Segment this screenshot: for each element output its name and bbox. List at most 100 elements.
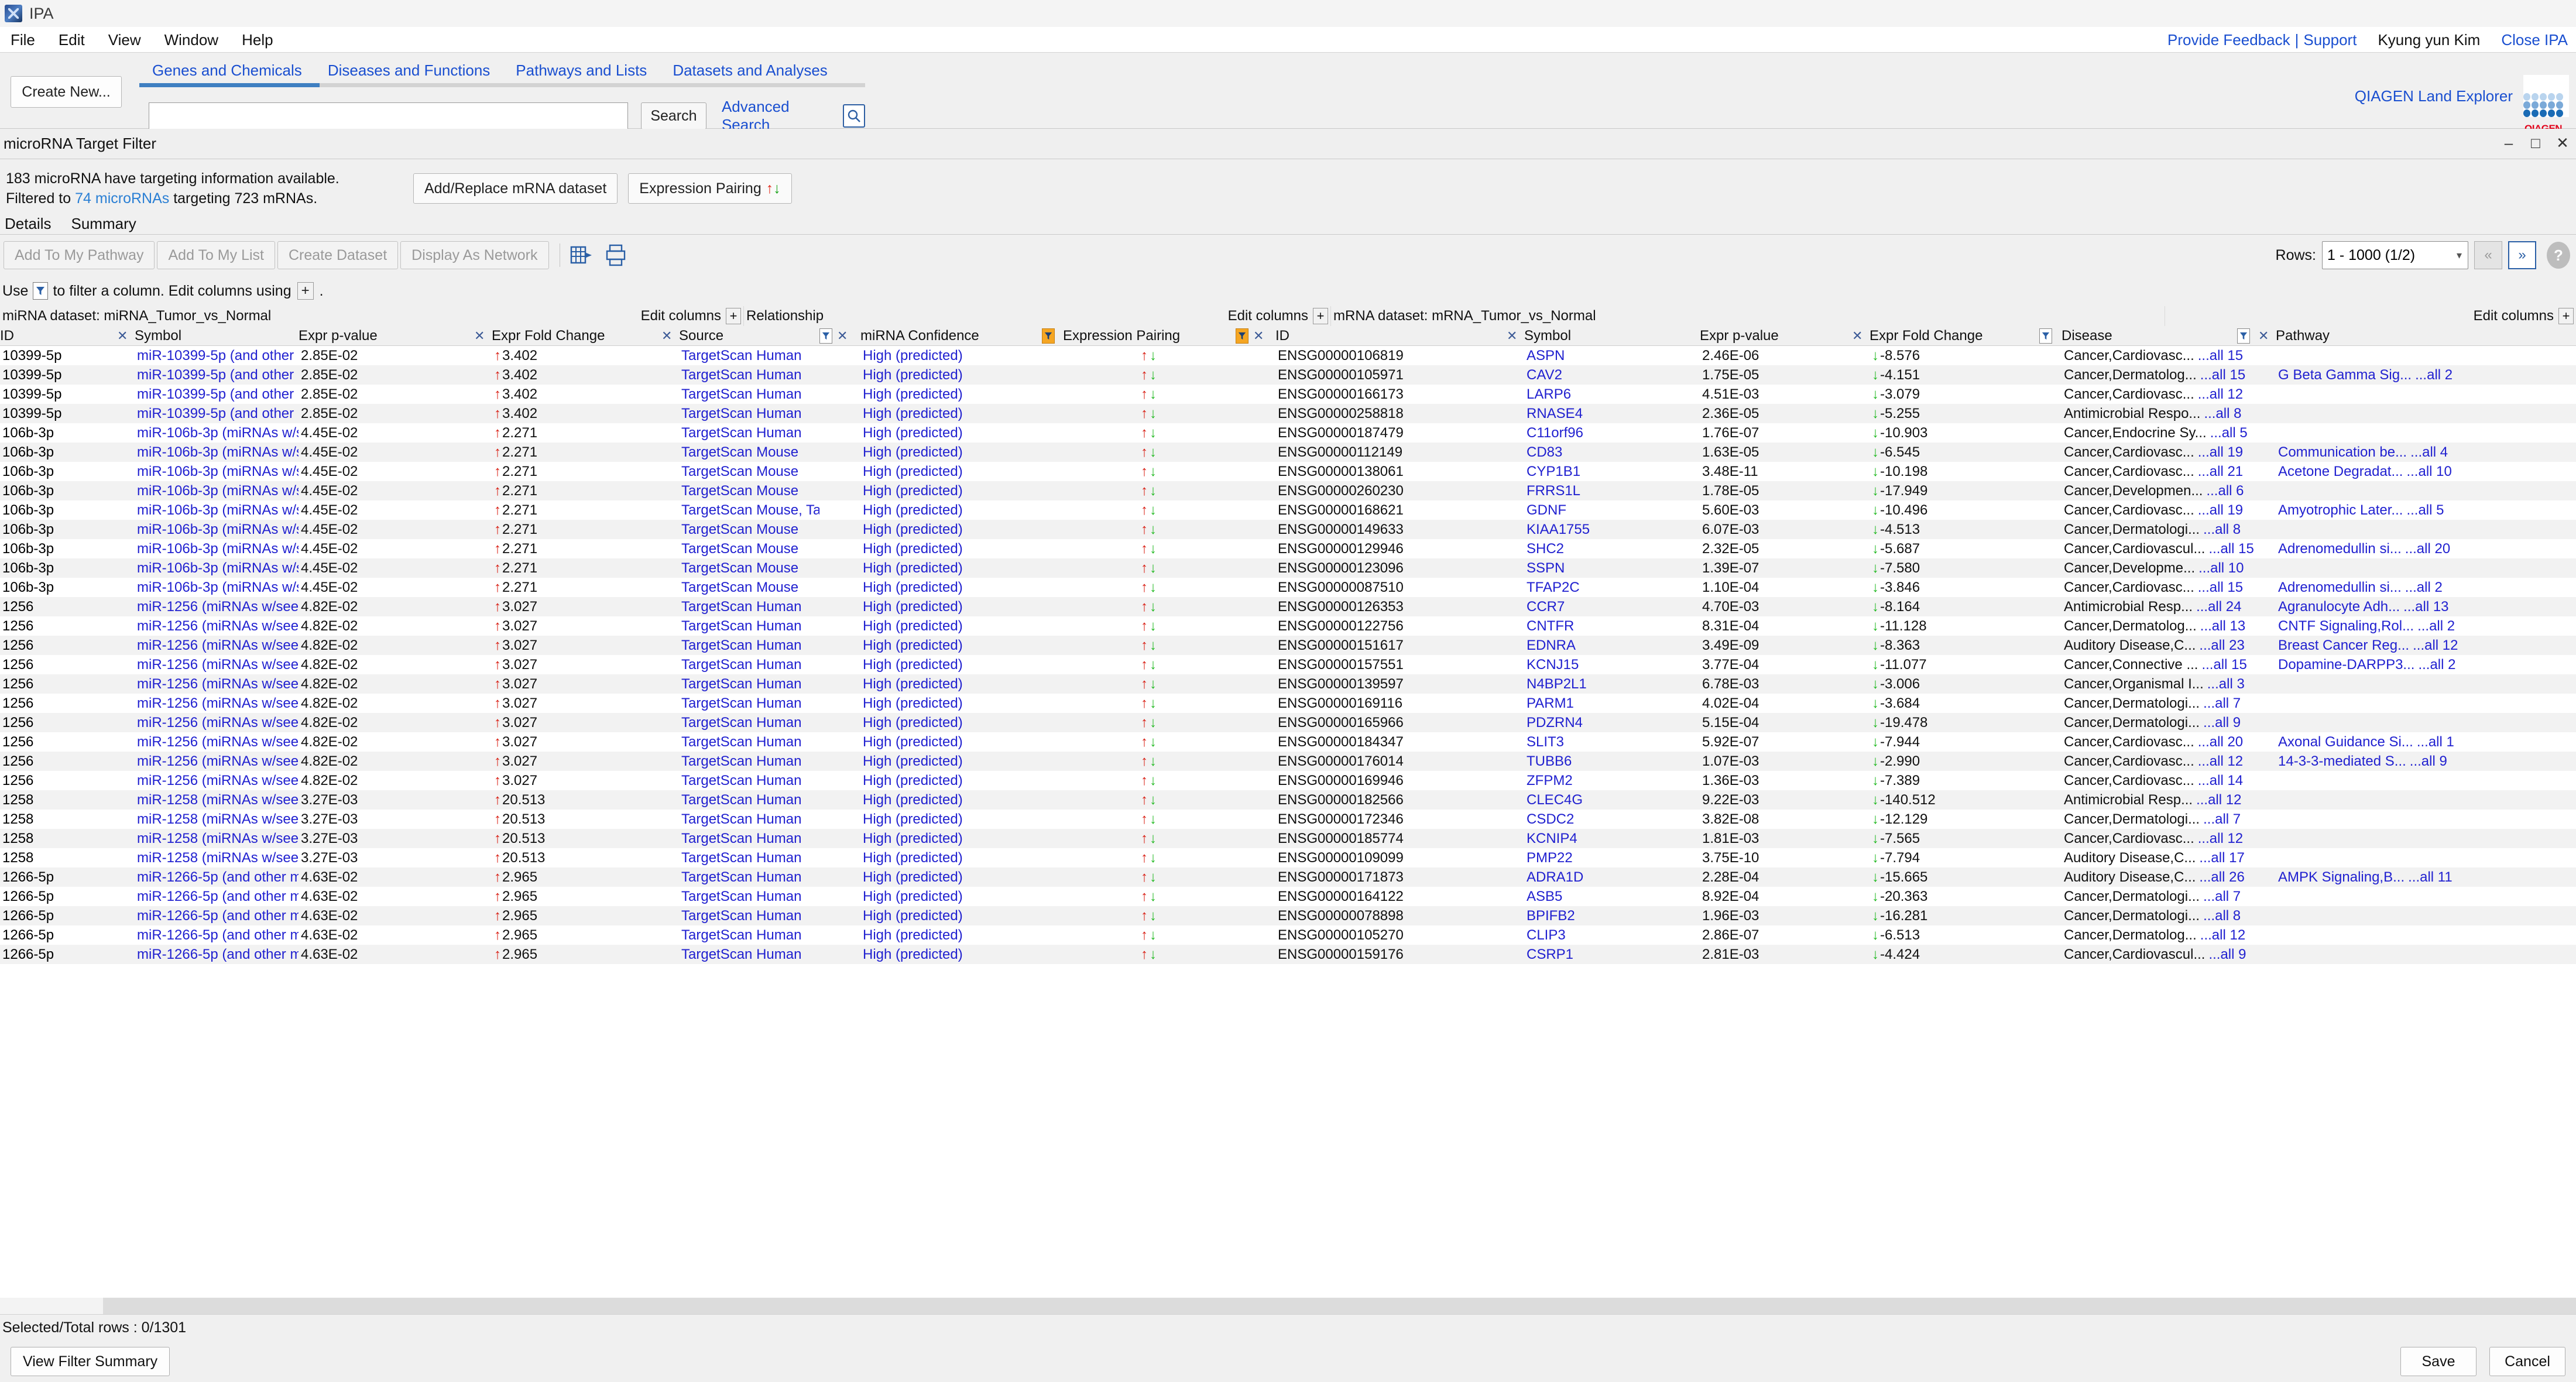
close-ipa-link[interactable]: Close IPA — [2501, 31, 2568, 49]
funnel-icon-disease[interactable] — [2039, 328, 2052, 344]
display-as-network-button[interactable]: Display As Network — [400, 241, 549, 269]
menu-view[interactable]: View — [97, 27, 153, 53]
funnel-icon-confidence[interactable] — [819, 328, 832, 344]
col-mrna-id[interactable]: ID — [1275, 326, 1507, 346]
table-row[interactable]: 106b-3p miR-106b-3p (miRNAs w/se 4.45E-02 ↑… — [0, 462, 2576, 481]
table-row[interactable]: 10399-5p miR-10399-5p (and other m 2.85E-0… — [0, 346, 2576, 365]
next-page-button[interactable]: » — [2508, 241, 2536, 269]
col-mrna-pvalue[interactable]: Expr p-value — [1700, 326, 1852, 346]
col-mrna-fc-close[interactable]: ✕ — [1852, 326, 1870, 346]
add-replace-mrna-dataset-button[interactable]: Add/Replace mRNA dataset — [413, 173, 618, 204]
table-row[interactable]: 1256 miR-1256 (miRNAs w/seed (4.82E-02 ↑ 3.… — [0, 674, 2576, 694]
table-row[interactable]: 1266-5p miR-1266-5p (and other mi 4.63E-02… — [0, 887, 2576, 906]
col-confidence-filter[interactable]: ✕ — [819, 326, 860, 346]
table-row[interactable]: 1266-5p miR-1266-5p (and other mi 4.63E-02… — [0, 925, 2576, 945]
tab-pathways-and-lists[interactable]: Pathways and Lists — [503, 61, 660, 83]
col-expression-pairing[interactable]: Expression Pairing — [1063, 326, 1236, 346]
help-icon[interactable]: ? — [2547, 242, 2570, 269]
col-mirna-confidence[interactable]: miRNA Confidence — [860, 326, 1042, 346]
col-mirna-symbol[interactable]: Symbol — [135, 326, 299, 346]
cancel-button[interactable]: Cancel — [2489, 1347, 2565, 1376]
table-row[interactable]: 106b-3p miR-106b-3p (miRNAs w/se 4.45E-02 ↑… — [0, 423, 2576, 443]
col-mirna-fc-close[interactable]: ✕ — [474, 326, 492, 346]
table-row[interactable]: 1258 miR-1258 (miRNAs w/seed /3.27E-03 ↑ 20… — [0, 829, 2576, 848]
col-mrna-fold-change[interactable]: Expr Fold Change — [1870, 326, 2039, 346]
table-row[interactable]: 106b-3p miR-106b-3p (miRNAs w/se 4.45E-02 ↑… — [0, 481, 2576, 500]
table-row[interactable]: 106b-3p miR-106b-3p (miRNAs w/se 4.45E-02 ↑… — [0, 558, 2576, 578]
col-disease-close[interactable] — [2237, 326, 2258, 346]
table-row[interactable]: 1266-5p miR-1266-5p (and other mi 4.63E-02… — [0, 867, 2576, 887]
col-mirna-pvalue[interactable]: Expr p-value — [299, 326, 474, 346]
minimize-icon[interactable]: – — [2501, 135, 2516, 152]
qiagen-land-explorer-link[interactable]: QIAGEN Land Explorer — [2355, 87, 2513, 105]
col-source-close[interactable]: ✕ — [661, 326, 679, 346]
subtab-summary[interactable]: Summary — [71, 215, 146, 234]
col-mrna-symbol[interactable]: Symbol — [1524, 326, 1700, 346]
filtered-microrna-link[interactable]: 74 microRNAs — [75, 190, 169, 207]
funnel-icon-expression-pairing[interactable] — [1042, 328, 1055, 344]
print-icon[interactable] — [606, 244, 629, 267]
edit-columns-mirna[interactable]: Edit columns + — [641, 308, 741, 324]
expression-pairing-button[interactable]: Expression Pairing ↑↓ — [628, 173, 792, 204]
table-row[interactable]: 1258 miR-1258 (miRNAs w/seed /3.27E-03 ↑ 20… — [0, 848, 2576, 867]
table-row[interactable]: 10399-5p miR-10399-5p (and other m 2.85E-0… — [0, 404, 2576, 423]
search-button[interactable]: Search — [640, 102, 706, 129]
table-row[interactable]: 1256 miR-1256 (miRNAs w/seed (4.82E-02 ↑ 3.… — [0, 713, 2576, 732]
add-column-icon-annotation[interactable]: + — [2558, 308, 2574, 324]
footer-active-tab[interactable] — [0, 1298, 103, 1314]
table-row[interactable]: 1256 miR-1256 (miRNAs w/seed (4.82E-02 ↑ 3.… — [0, 616, 2576, 636]
create-new-button[interactable]: Create New... — [11, 76, 122, 108]
table-row[interactable]: 1256 miR-1256 (miRNAs w/seed (4.82E-02 ↑ 3.… — [0, 636, 2576, 655]
col-mirna-fold-change[interactable]: Expr Fold Change — [492, 326, 661, 346]
table-row[interactable]: 106b-3p miR-106b-3p (miRNAs w/se 4.45E-02 ↑… — [0, 578, 2576, 597]
advanced-search-icon[interactable] — [843, 104, 865, 128]
tab-diseases-and-functions[interactable]: Diseases and Functions — [315, 61, 503, 83]
support-link[interactable]: Support — [2303, 31, 2357, 49]
table-row[interactable]: 1256 miR-1256 (miRNAs w/seed (4.82E-02 ↑ 3.… — [0, 655, 2576, 674]
table-row[interactable]: 10399-5p miR-10399-5p (and other m 2.85E-0… — [0, 365, 2576, 385]
col-pathway[interactable]: Pathway — [2276, 326, 2576, 346]
rows-range-select[interactable]: 1 - 1000 (1/2) ▾ — [2322, 241, 2468, 269]
table-row[interactable]: 1256 miR-1256 (miRNAs w/seed (4.82E-02 ↑ 3.… — [0, 732, 2576, 752]
table-row[interactable]: 1258 miR-1258 (miRNAs w/seed /3.27E-03 ↑ 20… — [0, 790, 2576, 810]
create-dataset-button[interactable]: Create Dataset — [277, 241, 399, 269]
table-row[interactable]: 1258 miR-1258 (miRNAs w/seed /3.27E-03 ↑ 20… — [0, 810, 2576, 829]
provide-feedback-link[interactable]: Provide Feedback — [2167, 31, 2290, 49]
tab-datasets-and-analyses[interactable]: Datasets and Analyses — [660, 61, 841, 83]
funnel-icon-mrna-id[interactable] — [1236, 328, 1248, 344]
export-grid-icon[interactable] — [570, 244, 593, 267]
add-to-my-list-button[interactable]: Add To My List — [157, 241, 275, 269]
funnel-icon-disease-2[interactable] — [2237, 328, 2250, 344]
table-row[interactable]: 106b-3p miR-106b-3p (miRNAs w/se 4.45E-02 ↑… — [0, 539, 2576, 558]
table-row[interactable]: 1256 miR-1256 (miRNAs w/seed (4.82E-02 ↑ 3.… — [0, 597, 2576, 616]
col-mrna-symbol-close[interactable]: ✕ — [1507, 326, 1524, 346]
edit-columns-annotation[interactable]: Edit columns + — [2474, 308, 2574, 324]
maximize-icon[interactable]: □ — [2528, 135, 2543, 152]
table-row[interactable]: 106b-3p miR-106b-3p (miRNAs w/se 4.45E-02 ↑… — [0, 520, 2576, 539]
tab-genes-and-chemicals[interactable]: Genes and Chemicals — [139, 61, 315, 83]
edit-columns-relationship[interactable]: Edit columns + — [1228, 308, 1328, 324]
add-column-icon-relationship[interactable]: + — [1313, 308, 1328, 324]
col-source[interactable]: Source — [679, 326, 819, 346]
subtab-details[interactable]: Details — [5, 215, 61, 234]
add-column-icon[interactable]: + — [297, 282, 314, 300]
col-pathway-close[interactable]: ✕ — [2258, 326, 2276, 346]
menu-window[interactable]: Window — [153, 27, 230, 53]
table-row[interactable]: 1266-5p miR-1266-5p (and other mi 4.63E-02… — [0, 945, 2576, 964]
col-disease-filter[interactable] — [2039, 326, 2062, 346]
table-row[interactable]: 1256 miR-1256 (miRNAs w/seed (4.82E-02 ↑ 3.… — [0, 694, 2576, 713]
search-input[interactable] — [149, 103, 627, 129]
add-to-my-pathway-button[interactable]: Add To My Pathway — [4, 241, 155, 269]
view-filter-summary-button[interactable]: View Filter Summary — [11, 1347, 170, 1376]
col-expression-pairing-filter[interactable] — [1042, 326, 1063, 346]
col-mrna-id-filter[interactable]: ✕ — [1236, 326, 1275, 346]
table-row[interactable]: 10399-5p miR-10399-5p (and other m 2.85E-0… — [0, 385, 2576, 404]
col-mirna-symbol-close[interactable]: ✕ — [117, 326, 135, 346]
add-column-icon-mirna[interactable]: + — [726, 308, 741, 324]
search-input-wrap[interactable] — [149, 102, 628, 129]
table-row[interactable]: 1266-5p miR-1266-5p (and other mi 4.63E-02… — [0, 906, 2576, 925]
table-row[interactable]: 106b-3p miR-106b-3p (miRNAs w/se 4.45E-02 ↑… — [0, 500, 2576, 520]
col-disease[interactable]: Disease — [2062, 326, 2237, 346]
menu-file[interactable]: File — [8, 27, 47, 53]
table-row[interactable]: 1256 miR-1256 (miRNAs w/seed (4.82E-02 ↑ 3.… — [0, 752, 2576, 771]
